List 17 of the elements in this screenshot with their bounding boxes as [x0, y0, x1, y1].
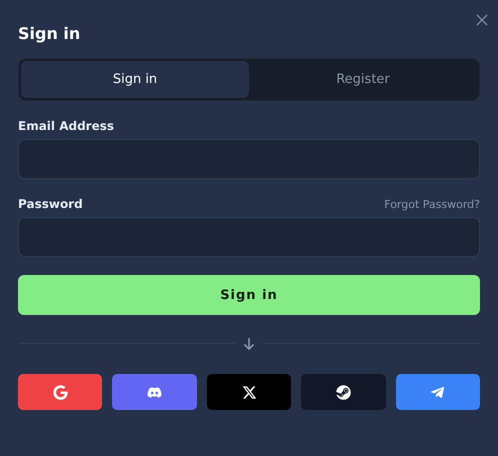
- x-logo-icon: [242, 384, 257, 400]
- tab[interactable]: Sign in: [21, 61, 249, 98]
- discord-icon: [147, 384, 162, 400]
- tab[interactable]: Register: [249, 61, 477, 98]
- field-label: Password: [18, 197, 83, 211]
- steam-icon: [336, 384, 351, 400]
- arrow-down-icon: [243, 337, 255, 350]
- social-login-button[interactable]: [301, 374, 386, 410]
- forgot-password-link[interactable]: Forgot Password?: [384, 198, 480, 210]
- input-field[interactable]: [18, 217, 480, 257]
- paper-plane-icon: [430, 384, 446, 400]
- input-field[interactable]: [18, 139, 480, 179]
- sign-in-button[interactable]: Sign in: [18, 275, 480, 315]
- google-icon: [52, 384, 68, 400]
- close-icon[interactable]: [476, 14, 488, 26]
- dialog-title: Sign in: [18, 23, 82, 45]
- field-label: Email Address: [18, 119, 114, 133]
